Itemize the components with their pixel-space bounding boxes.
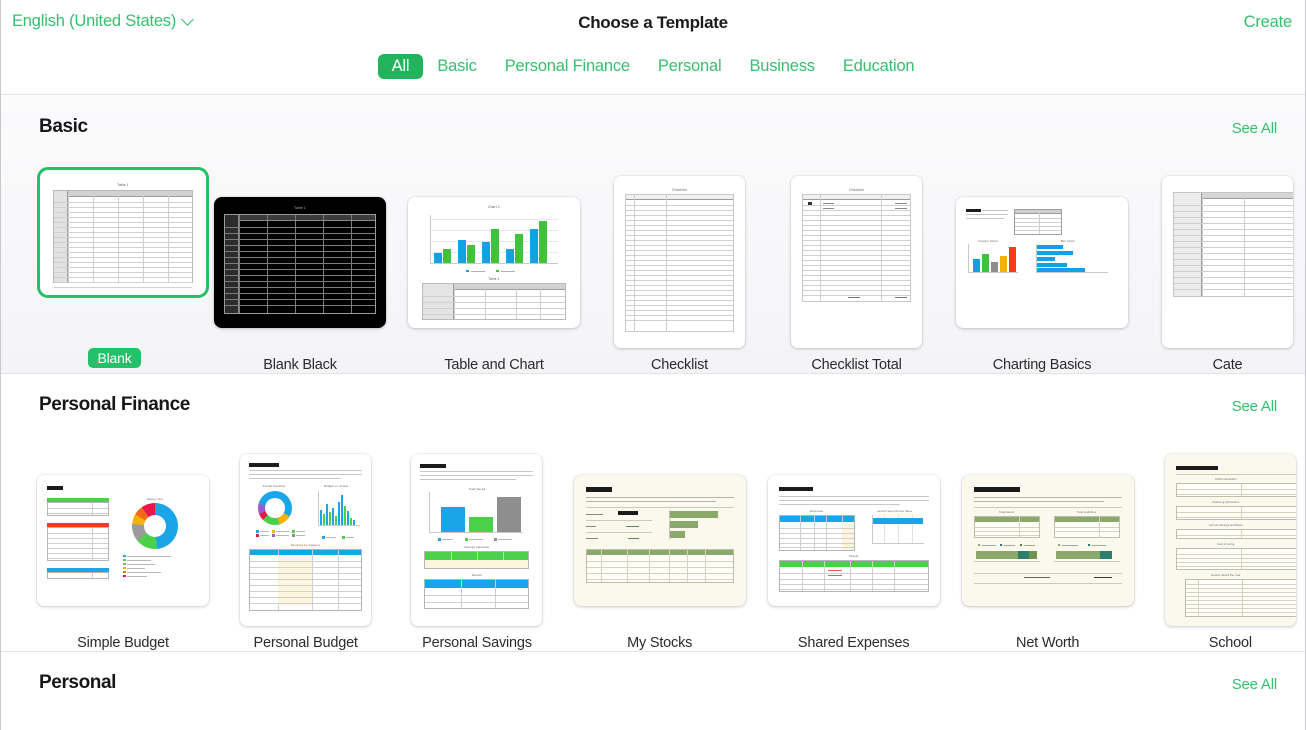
thumbnail-net-worth-canvas: Total Assets Total Liabilities <box>961 474 1134 606</box>
thumbnail-personal-savings-canvas: Total Saved Savings Calculator Results <box>411 454 543 626</box>
template-label: School <box>1208 635 1252 651</box>
template-label: Simple Budget <box>77 635 169 651</box>
template-card-checklist-total[interactable]: Checklist Checklist Total <box>779 176 934 373</box>
see-all-personal[interactable]: See All <box>1232 676 1278 693</box>
section-header: Personal Finance See All <box>1 374 1305 436</box>
thumbnail[interactable] <box>1150 176 1305 348</box>
template-label: Charting Basics <box>992 357 1092 373</box>
page-title: Choose a Template <box>578 13 728 32</box>
thumbnail[interactable]: Checklist <box>602 176 757 348</box>
tab-personal[interactable]: Personal <box>644 54 736 79</box>
thumbnail-charting-basics-canvas: Column Chart Bar Chart <box>956 196 1128 328</box>
thumbnail[interactable]: Checklist <box>779 176 934 348</box>
template-row-personal-finance: Money Out Simple Budget Annual Summary B… <box>1 436 1305 651</box>
template-card-table-and-chart[interactable]: Chart 1 Table 1 Table and Chart <box>408 176 580 373</box>
thumbnail-checklist-total-canvas: Checklist <box>791 176 922 348</box>
template-card-shared-expenses[interactable]: Expenses Amount Spent Person Name People… <box>767 454 940 651</box>
template-card-blank[interactable]: Table 1 Blank <box>37 167 209 373</box>
template-label: Shared Expenses <box>797 635 910 651</box>
section-header: Basic See All <box>1 96 1305 158</box>
template-card-my-stocks[interactable]: My Stocks <box>573 454 746 651</box>
toolbar: English (United States) Choose a Templat… <box>1 0 1305 95</box>
tab-education[interactable]: Education <box>829 54 929 79</box>
thumbnail[interactable]: Expenses Amount Spent Person Name People <box>767 454 940 626</box>
thumbnail[interactable] <box>573 454 746 626</box>
template-card-category[interactable]: Cate <box>1150 176 1305 373</box>
see-all-personal-finance[interactable]: See All <box>1232 398 1278 415</box>
tab-business[interactable]: Business <box>735 54 828 79</box>
section-title: Personal <box>39 672 117 693</box>
template-label: Table and Chart <box>444 357 544 373</box>
template-card-school[interactable]: Child Information Financing Information <box>1156 454 1305 651</box>
section-personal: Personal See All <box>1 651 1305 714</box>
template-label: Cate <box>1212 357 1243 373</box>
tab-all[interactable]: All <box>377 54 424 79</box>
thumbnail-checklist-canvas: Checklist <box>614 176 745 348</box>
tab-personal-finance[interactable]: Personal Finance <box>491 54 644 79</box>
thumbnail-category-canvas <box>1162 176 1293 348</box>
template-label: Personal Budget <box>253 635 358 651</box>
tab-basic[interactable]: Basic <box>423 54 490 79</box>
thumbnail[interactable]: Chart 1 Table 1 <box>408 176 580 348</box>
create-button[interactable]: Create <box>1244 13 1293 32</box>
template-card-simple-budget[interactable]: Money Out Simple Budget <box>37 454 209 651</box>
choose-template-window: English (United States) Choose a Templat… <box>0 0 1306 730</box>
thumbnail-blank-canvas: Table 1 <box>47 177 199 289</box>
thumbnail[interactable]: Table 1 <box>37 167 209 339</box>
thumbnail[interactable]: Table 1 <box>214 176 386 348</box>
thumbnail[interactable]: Total Assets Total Liabilities <box>961 454 1134 626</box>
thumbnail-personal-budget-canvas: Annual Summary Budget vs. Actual Summary… <box>240 454 372 626</box>
template-label: Blank <box>88 348 141 368</box>
template-label: Checklist <box>650 357 709 373</box>
template-card-net-worth[interactable]: Total Assets Total Liabilities Net Worth <box>961 454 1134 651</box>
section-personal-finance: Personal Finance See All Money Out Simpl… <box>1 373 1305 651</box>
template-label: Personal Savings <box>422 635 532 651</box>
template-label: My Stocks <box>627 635 693 651</box>
section-title: Personal Finance <box>39 394 190 415</box>
template-card-checklist[interactable]: Checklist Checklist <box>602 176 757 373</box>
template-card-personal-budget[interactable]: Annual Summary Budget vs. Actual Summary… <box>231 454 380 651</box>
thumbnail-table-and-chart-canvas: Chart 1 Table 1 <box>408 196 580 328</box>
template-row-basic: Table 1 Blank Table 1 Blank Black Chart … <box>1 158 1305 373</box>
thumbnail[interactable]: Money Out <box>37 454 209 626</box>
thumbnail[interactable]: Child Information Financing Information <box>1156 454 1305 626</box>
thumbnail-shared-expenses-canvas: Expenses Amount Spent Person Name People <box>767 474 940 606</box>
template-card-personal-savings[interactable]: Total Saved Savings Calculator Results P… <box>402 454 551 651</box>
category-tabs: All Basic Personal Finance Personal Busi… <box>1 54 1305 79</box>
thumbnail[interactable]: Column Chart Bar Chart <box>956 176 1128 348</box>
template-label: Net Worth <box>1016 635 1080 651</box>
thumbnail-college-savings-canvas: Child Information Financing Information <box>1164 454 1296 626</box>
section-title: Basic <box>39 116 88 137</box>
section-basic: Basic See All Table 1 Blank Table 1 Blan… <box>1 96 1305 373</box>
template-card-blank-black[interactable]: Table 1 Blank Black <box>214 176 386 373</box>
template-gallery[interactable]: Basic See All Table 1 Blank Table 1 Blan… <box>1 96 1305 730</box>
thumbnail[interactable]: Total Saved Savings Calculator Results <box>402 454 551 626</box>
template-card-charting-basics[interactable]: Column Chart Bar Chart Charting Basics <box>956 176 1128 373</box>
selection-ring: Table 1 <box>37 167 209 298</box>
thumbnail-simple-budget-canvas: Money Out <box>37 474 209 606</box>
thumbnail-my-stocks-canvas <box>573 474 746 606</box>
section-header: Personal See All <box>1 652 1305 714</box>
template-label: Blank Black <box>263 357 337 373</box>
thumbnail-blank-black-canvas: Table 1 <box>214 196 386 328</box>
template-label: Checklist Total <box>811 357 902 373</box>
see-all-basic[interactable]: See All <box>1232 120 1278 137</box>
thumbnail[interactable]: Annual Summary Budget vs. Actual Summary… <box>231 454 380 626</box>
